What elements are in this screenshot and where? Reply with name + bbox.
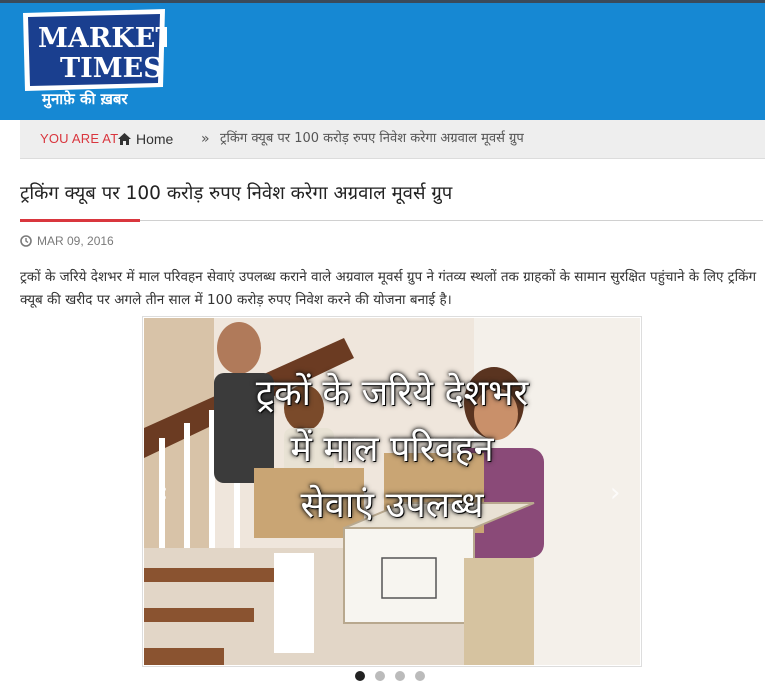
slider-dot-3[interactable] [395,671,405,681]
title-accent-bar [20,219,140,222]
slide-caption: ट्रकों के जरिये देशभर में माल परिवहन सेव… [144,366,640,534]
slider-dot-4[interactable] [415,671,425,681]
logo-market-text: MARKET [38,23,167,54]
home-icon [118,133,131,145]
breadcrumb-home-link[interactable]: Home [118,120,173,158]
slide-caption-line-3: सेवाएं उपलब्ध [300,485,484,526]
clock-icon [20,235,32,247]
slider-dot-2[interactable] [375,671,385,681]
logo-times-text: TIMES [60,53,163,84]
article-date-text: MAR 09, 2016 [37,234,114,248]
article-date: MAR 09, 2016 [20,234,114,248]
image-slider[interactable]: ट्रकों के जरिये देशभर में माल परिवहन सेव… [142,316,642,667]
slider-prev-arrow[interactable]: ‹ [158,478,168,508]
breadcrumb-separator: » [201,131,210,147]
breadcrumb-home-label: Home [136,131,174,147]
breadcrumb-prefix: YOU ARE AT [40,131,119,146]
slide-caption-line-2: में माल परिवहन [290,429,494,470]
article-title: ट्रकिंग क्यूब पर 100 करोड़ रुपए निवेश कर… [20,183,453,204]
breadcrumb: YOU ARE AT Home » ट्रकिंग क्यूब पर 100 क… [20,120,765,159]
logo-tagline: मुनाफ़े की ख़बर [41,90,128,109]
slide-image: ट्रकों के जरिये देशभर में माल परिवहन सेव… [144,318,640,665]
article-body: ट्रकों के जरिये देशभर में माल परिवहन सेव… [20,269,757,308]
site-header: MARKET TIMES मुनाफ़े की ख़बर [0,3,765,120]
site-logo[interactable]: MARKET TIMES मुनाफ़े की ख़बर [20,7,167,110]
breadcrumb-current: ट्रकिंग क्यूब पर 100 करोड़ रुपए निवेश कर… [220,131,524,146]
slider-dot-1[interactable] [355,671,365,681]
slider-next-arrow[interactable]: › [610,478,620,508]
slide-caption-line-1: ट्रकों के जरिये देशभर [255,373,529,414]
